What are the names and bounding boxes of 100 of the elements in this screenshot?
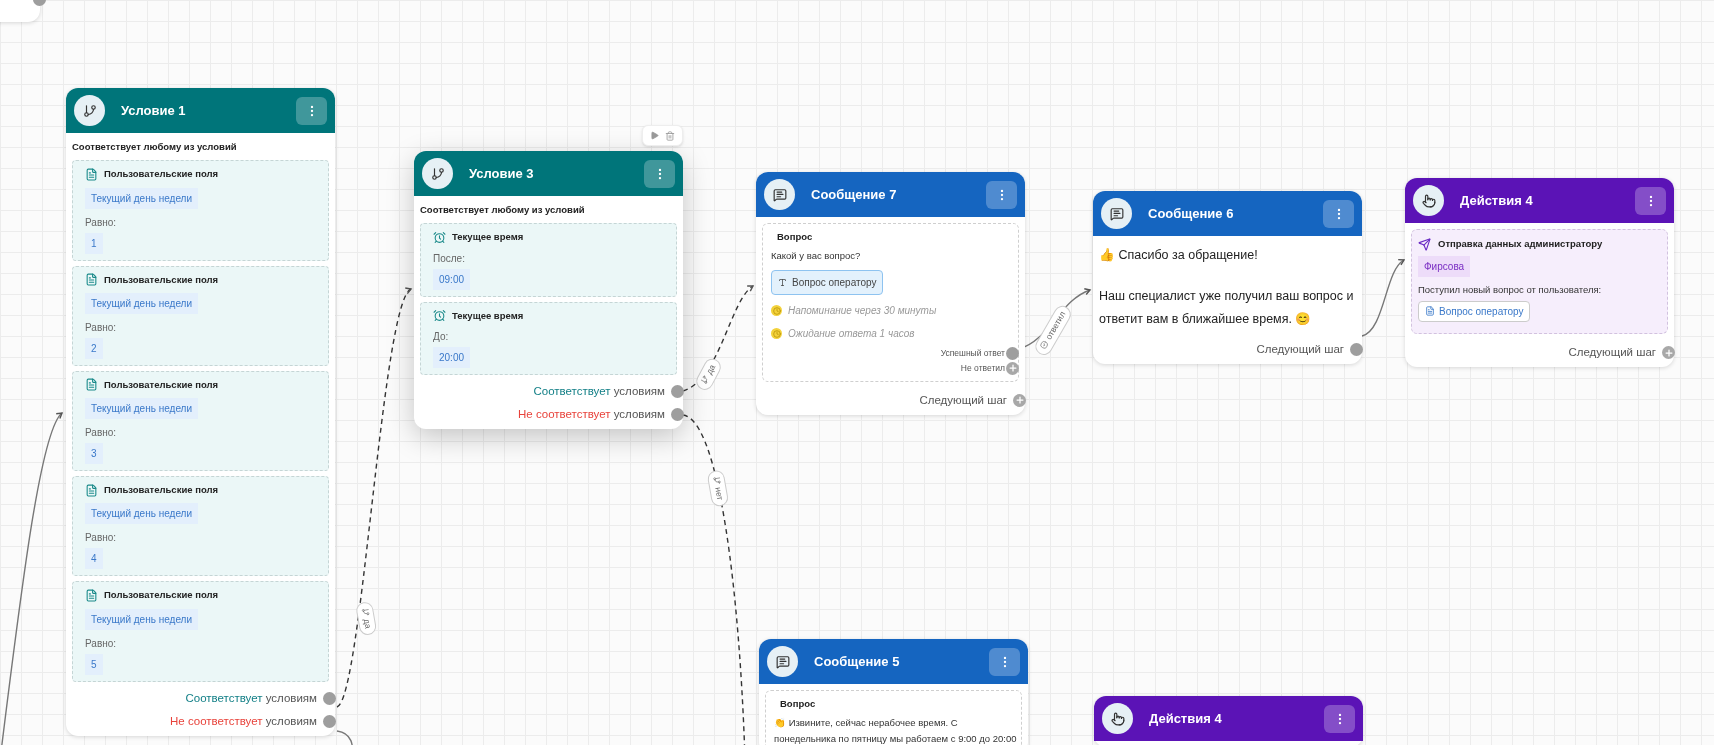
recipient-tag: Фирсова [1418, 256, 1471, 278]
next-step-label: Следующий шаг [1568, 345, 1656, 360]
field-tag: Текущий день недели [85, 608, 199, 630]
match-mode-text: Соответствует любому из условий [72, 140, 238, 154]
field-tag: Текущий день недели [85, 398, 199, 419]
menu-button[interactable] [1635, 186, 1666, 215]
condition-block[interactable]: Пользовательские поля Текущий день недели Равно: 2 [72, 265, 329, 366]
branch-icon [74, 95, 105, 126]
action-block[interactable]: Отправка данных администратору Фирсова Поступил новый вопрос от пользователя: Вопрос оператору [1411, 229, 1668, 334]
text-type-icon [778, 278, 787, 288]
condition-title: Пользовательские поля [104, 167, 219, 182]
message-text: Какой у вас вопрос? [771, 249, 862, 264]
condition-title: Пользовательские поля [104, 483, 219, 497]
node-card[interactable]: Сообщение 5 Вопрос 👏 Извините, сейчас нерабочее время. С понедельника по пятницу мы работаем с 9:00 до 20:00 [759, 639, 1028, 745]
value-tag: 3 [85, 443, 103, 464]
operator-label: Равно: [85, 636, 118, 651]
block-title: Вопрос [779, 697, 817, 711]
operator-label: Равно: [85, 426, 118, 440]
message-icon [764, 179, 795, 210]
alarm-clock-icon [433, 230, 446, 244]
document-icon [1425, 306, 1435, 316]
answer-chip[interactable]: Вопрос оператору [771, 270, 884, 296]
field-tag: Текущий день недели [85, 187, 199, 209]
operator-label: Равно: [85, 215, 118, 230]
node-card[interactable]: Сообщение 7 Вопрос Какой у вас вопрос? Вопрос оператору Напоминание через 30 минуты Ожидание ответа 1 часов Успешный ответ Не ответил Следующий шаг [756, 172, 1025, 415]
timer-text: Напоминание через 30 минуты [788, 304, 937, 319]
timer-icon [771, 305, 782, 317]
condition-block[interactable]: Пользовательские поля Текущий день недели Равно: 4 [72, 476, 329, 577]
document-icon [85, 588, 98, 602]
action-title: Отправка данных администратору [1438, 237, 1603, 251]
value-tag: 4 [85, 548, 103, 570]
node-card[interactable] [66, 88, 335, 736]
condition-block[interactable]: Пользовательские поля Текущий день недели Равно: 5 [72, 581, 329, 682]
node-title: Условие 1 [121, 101, 186, 120]
message-text: Наш специалист уже получил ваш вопрос и ответит вам в ближайшее время. 😊 [1099, 288, 1355, 328]
value-tag: 1 [85, 232, 103, 254]
timer-icon [771, 328, 782, 340]
value-tag: 5 [85, 653, 103, 675]
block-title: Вопрос [776, 230, 814, 244]
node-title: Действия 4 [1460, 191, 1533, 210]
pointer-icon [1413, 185, 1444, 216]
condition-block[interactable]: Пользовательские поля Текущий день недели Равно: 1 [72, 160, 329, 261]
node-card[interactable]: Сообщение 6 👍 Спасибо за обращение! Наш специалист уже получил ваш вопрос и ответит вам в ближайшее время. 😊 Следующий шаг [1093, 191, 1362, 365]
node-title: Сообщение 6 [1148, 204, 1234, 223]
node-title: Действия 4 [1149, 709, 1222, 728]
add-port-button[interactable] [1013, 393, 1026, 407]
question-block[interactable]: Вопрос 👏 Извините, сейчас нерабочее время. С понедельника по пятницу мы работаем с 9:00 до 20:00 [765, 690, 1022, 745]
timer-text: Ожидание ответа 1 часов [788, 327, 915, 342]
node-title: Сообщение 5 [814, 652, 900, 671]
document-icon [85, 273, 98, 287]
alarm-clock-icon [433, 309, 446, 323]
condition-title: Пользовательские поля [104, 272, 219, 287]
message-icon [767, 646, 798, 677]
node-title: Условие 3 [469, 164, 534, 183]
delete-icon[interactable] [665, 130, 675, 141]
menu-button[interactable] [1323, 199, 1354, 228]
operator-label: Равно: [85, 320, 118, 335]
value-tag: 2 [85, 337, 103, 359]
output-label: Соответствует условиям [533, 383, 665, 399]
condition-title: Текущее время [452, 308, 524, 323]
operator-label: Равно: [85, 531, 118, 546]
node-card[interactable]: Действия 4 Отправка данных администратору Фирсова Поступил новый вопрос от пользователя: Вопрос оператору Следующий шаг [1405, 178, 1674, 368]
match-mode-text: Соответствует любому из условий [420, 203, 586, 217]
condition-block[interactable]: Текущее время После: 09:00 [420, 223, 677, 297]
branch-icon [360, 607, 370, 617]
play-icon[interactable] [650, 131, 659, 140]
node-title: Сообщение 7 [811, 185, 897, 204]
output-label: Соответствует условиям [185, 690, 317, 706]
condition-block[interactable]: Пользовательские поля Текущий день недели Равно: 3 [72, 370, 329, 471]
send-icon [1418, 237, 1431, 251]
operator-label: До: [433, 329, 450, 344]
variable-chip: Вопрос оператору [1418, 300, 1531, 322]
next-step-label: Следующий шаг [919, 392, 1007, 408]
output-label: Не ответил [960, 362, 1005, 375]
add-port-button[interactable] [1662, 346, 1675, 360]
menu-button[interactable] [989, 647, 1020, 676]
branch-icon [422, 158, 453, 189]
condition-title: Пользовательские поля [104, 588, 219, 603]
message-text: 👏 Извините, сейчас нерабочее время. С понедельника по пятницу мы работаем с 9:00 до 20:00 [774, 716, 1017, 745]
field-tag: Текущий день недели [85, 292, 199, 314]
menu-button[interactable] [1324, 704, 1355, 733]
next-step-label: Следующий шаг [1256, 342, 1344, 357]
value-tag: 20:00 [433, 346, 471, 368]
condition-block[interactable]: Текущее время До: 20:00 [420, 301, 677, 375]
pointer-icon [1102, 703, 1133, 734]
edge-label[interactable]: нет [706, 469, 730, 508]
question-block[interactable]: Вопрос Какой у вас вопрос? Вопрос оператору Напоминание через 30 минуты Ожидание ответа 1 часов Успешный ответ Не ответил [762, 223, 1019, 382]
add-port-button[interactable] [1006, 361, 1019, 375]
condition-title: Пользовательские поля [104, 377, 219, 392]
output-label: Успешный ответ [940, 347, 1005, 360]
operator-label: После: [433, 251, 466, 266]
branch-icon [712, 475, 722, 486]
menu-button[interactable] [296, 96, 327, 125]
action-text: Поступил новый вопрос от пользователя: [1418, 283, 1603, 298]
menu-button[interactable] [644, 159, 675, 188]
document-icon [85, 378, 98, 392]
document-icon [85, 483, 98, 497]
node-card[interactable]: Действия 4 [1094, 696, 1363, 745]
menu-button[interactable] [986, 180, 1017, 209]
connector-line [336, 730, 354, 745]
